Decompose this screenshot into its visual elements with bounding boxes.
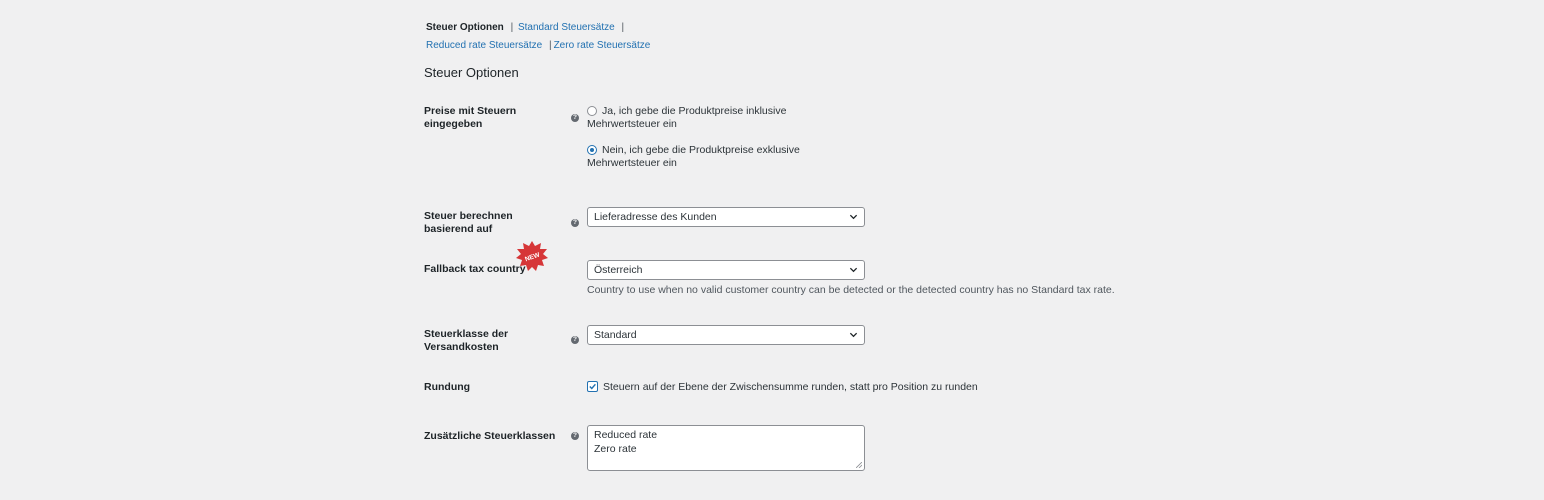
- prices-entered-label: Preise mit Steuern eingegeben: [424, 105, 517, 130]
- chevron-down-icon: [849, 214, 858, 220]
- fallback-country-select[interactable]: Österreich: [587, 260, 865, 280]
- prices-exclusive-option[interactable]: Nein, ich gebe die Produktpreise exklusi…: [587, 144, 817, 170]
- radio-button-checked[interactable]: [587, 145, 597, 155]
- help-icon[interactable]: ?: [571, 432, 579, 440]
- new-badge-icon: NEW: [516, 241, 548, 271]
- help-icon[interactable]: ?: [571, 219, 579, 227]
- rounding-option[interactable]: Steuern auf der Ebene der Zwischensumme …: [587, 380, 978, 394]
- resize-grip-icon[interactable]: [856, 462, 862, 468]
- tax-based-on-select[interactable]: Lieferadresse des Kunden: [587, 207, 865, 227]
- subnav-standard-rates-link[interactable]: Standard Steuersätze: [518, 22, 615, 33]
- rounding-checkbox-label: Steuern auf der Ebene der Zwischensumme …: [603, 381, 978, 393]
- tax-based-on-label: Steuer berechnen basierend auf: [424, 210, 513, 235]
- tax-subnav-row-2: Reduced rate Steuersätze | Zero rate Steu…: [426, 39, 650, 53]
- additional-tax-classes-label: Zusätzliche Steuerklassen: [424, 430, 556, 442]
- subnav-tax-options-current: Steuer Optionen: [426, 22, 504, 33]
- subnav-separator: |: [548, 40, 552, 51]
- prices-inclusive-option[interactable]: Ja, ich gebe die Produktpreise inklusive…: [587, 105, 817, 131]
- subnav-separator: |: [621, 22, 625, 33]
- tax-based-on-value: Lieferadresse des Kunden: [594, 211, 717, 223]
- shipping-tax-class-value: Standard: [594, 329, 637, 341]
- tax-subnav-row-1: Steuer Optionen | Standard Steuersätze |: [426, 21, 626, 35]
- subnav-zero-rates-link[interactable]: Zero rate Steuersätze: [554, 40, 651, 51]
- fallback-country-value: Österreich: [594, 264, 643, 276]
- additional-tax-classes-textarea[interactable]: Reduced rate Zero rate: [587, 425, 865, 471]
- subnav-separator: |: [510, 22, 514, 33]
- subnav-reduced-rates-link[interactable]: Reduced rate Steuersätze: [426, 40, 542, 51]
- prices-exclusive-label: Nein, ich gebe die Produktpreise exklusi…: [587, 144, 800, 169]
- help-icon[interactable]: ?: [571, 114, 579, 122]
- help-icon[interactable]: ?: [571, 336, 579, 344]
- checkmark-icon: [589, 383, 596, 390]
- chevron-down-icon: [849, 267, 858, 273]
- rounding-label: Rundung: [424, 381, 471, 393]
- radio-button[interactable]: [587, 106, 597, 116]
- shipping-tax-class-select[interactable]: Standard: [587, 325, 865, 345]
- tax-class-line: Zero rate: [594, 443, 637, 455]
- section-title: Steuer Optionen: [424, 65, 519, 80]
- tax-class-line: Reduced rate: [594, 429, 658, 441]
- chevron-down-icon: [849, 332, 858, 338]
- rounding-checkbox[interactable]: [587, 381, 598, 392]
- prices-inclusive-label: Ja, ich gebe die Produktpreise inklusive…: [587, 105, 787, 130]
- fallback-country-description: Country to use when no valid customer co…: [587, 284, 1115, 296]
- shipping-tax-class-label: Steuerklasse der Versandkosten: [424, 328, 509, 353]
